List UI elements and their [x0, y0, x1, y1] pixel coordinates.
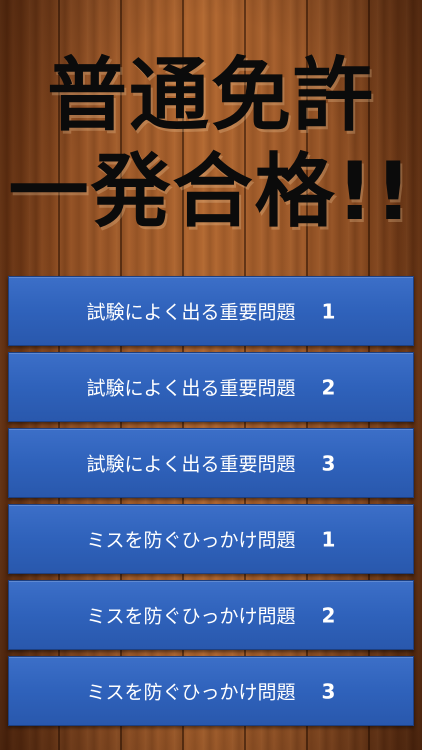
app-title: 普通免許 一発合格!! [0, 48, 422, 240]
important-questions-3-button[interactable]: 試験によく出る重要問題 3 [8, 428, 414, 498]
menu-button-label: ミスを防ぐひっかけ問題 3 [9, 678, 413, 705]
trick-questions-2-button[interactable]: ミスを防ぐひっかけ問題 2 [8, 580, 414, 650]
menu-item-text: 試験によく出る重要問題 [86, 377, 296, 400]
menu-item-text: ミスを防ぐひっかけ問題 [86, 605, 296, 628]
menu-item-number: 2 [321, 375, 336, 400]
menu-item-number: 2 [321, 603, 336, 628]
menu-item-text: ミスを防ぐひっかけ問題 [86, 681, 296, 704]
menu-item-text: 試験によく出る重要問題 [86, 301, 296, 324]
menu-button-label: 試験によく出る重要問題 1 [9, 298, 413, 325]
important-questions-2-button[interactable]: 試験によく出る重要問題 2 [8, 352, 414, 422]
trick-questions-1-button[interactable]: ミスを防ぐひっかけ問題 1 [8, 504, 414, 574]
title-line-1: 普通免許 [47, 49, 375, 142]
title-line-2: 一発合格!! [8, 145, 414, 238]
important-questions-1-button[interactable]: 試験によく出る重要問題 1 [8, 276, 414, 346]
menu-button-label: 試験によく出る重要問題 2 [9, 374, 413, 401]
menu-item-number: 3 [321, 451, 336, 476]
question-menu: 試験によく出る重要問題 1 試験によく出る重要問題 2 試験によく出る重要問題 3 ミ… [8, 276, 414, 732]
menu-button-label: ミスを防ぐひっかけ問題 2 [9, 602, 413, 629]
menu-item-text: 試験によく出る重要問題 [86, 453, 296, 476]
menu-item-number: 3 [321, 679, 336, 704]
menu-item-text: ミスを防ぐひっかけ問題 [86, 529, 296, 552]
trick-questions-3-button[interactable]: ミスを防ぐひっかけ問題 3 [8, 656, 414, 726]
menu-item-number: 1 [321, 299, 336, 324]
menu-item-number: 1 [321, 527, 336, 552]
menu-button-label: ミスを防ぐひっかけ問題 1 [9, 526, 413, 553]
menu-button-label: 試験によく出る重要問題 3 [9, 450, 413, 477]
